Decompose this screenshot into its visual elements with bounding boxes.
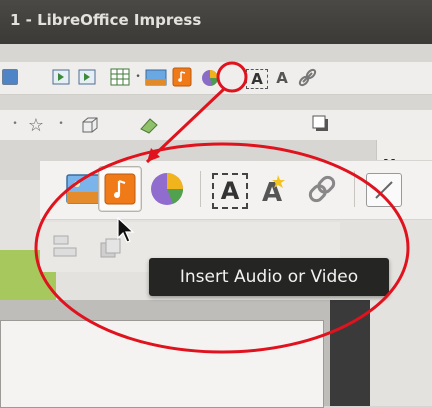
drawing-toolbar: • ☆ • <box>0 110 432 140</box>
hyperlink-icon[interactable] <box>304 171 340 207</box>
insert-audio-video-button[interactable] <box>98 166 142 212</box>
slideshow-from-current-icon[interactable] <box>78 69 96 85</box>
chart-icon[interactable] <box>148 170 186 208</box>
slide-icon[interactable] <box>2 69 18 85</box>
start-slideshow-icon[interactable] <box>52 69 70 85</box>
window-title: 1 - LibreOffice Impress <box>10 11 202 29</box>
chart-small-icon[interactable] <box>200 68 220 88</box>
star-dropdown-icon[interactable]: • <box>54 117 68 131</box>
toolbar-separator <box>354 171 355 207</box>
image-small-icon[interactable] <box>145 69 167 86</box>
star-icon[interactable]: ☆ <box>26 115 46 136</box>
toolbar-separator <box>200 171 201 207</box>
table-dropdown-icon[interactable]: • <box>135 71 141 83</box>
fontwork-icon[interactable]: A <box>256 171 292 207</box>
zoomed-insert-toolbar: A A <box>40 160 432 220</box>
title-bar: 1 - LibreOffice Impress <box>0 0 432 44</box>
slide-canvas[interactable] <box>0 320 324 408</box>
draw-function-icon[interactable] <box>366 173 402 207</box>
fontwork-small-icon[interactable]: A <box>272 69 292 87</box>
eraser-icon[interactable] <box>138 115 160 135</box>
text-box-icon[interactable]: A <box>212 173 248 209</box>
3d-object-icon[interactable] <box>80 115 100 135</box>
panel-splitter[interactable] <box>330 300 370 406</box>
insert-audio-video-tooltip: Insert Audio or Video <box>149 258 389 296</box>
table-icon[interactable] <box>110 68 130 86</box>
align-icon[interactable] <box>50 232 80 260</box>
impress-window: 1 - LibreOffice Impress • A A • ☆ • A A … <box>0 0 432 408</box>
standard-toolbar: • A A <box>0 62 432 95</box>
audio-video-icon <box>104 173 136 205</box>
audio-video-small-icon[interactable] <box>172 67 192 87</box>
hyperlink-small-icon[interactable] <box>298 68 318 88</box>
arrange-icon[interactable] <box>98 236 122 262</box>
shadow-icon[interactable] <box>312 115 330 133</box>
arrow-dropdown-icon[interactable]: • <box>8 117 22 131</box>
text-box-small-icon[interactable]: A <box>246 69 268 89</box>
